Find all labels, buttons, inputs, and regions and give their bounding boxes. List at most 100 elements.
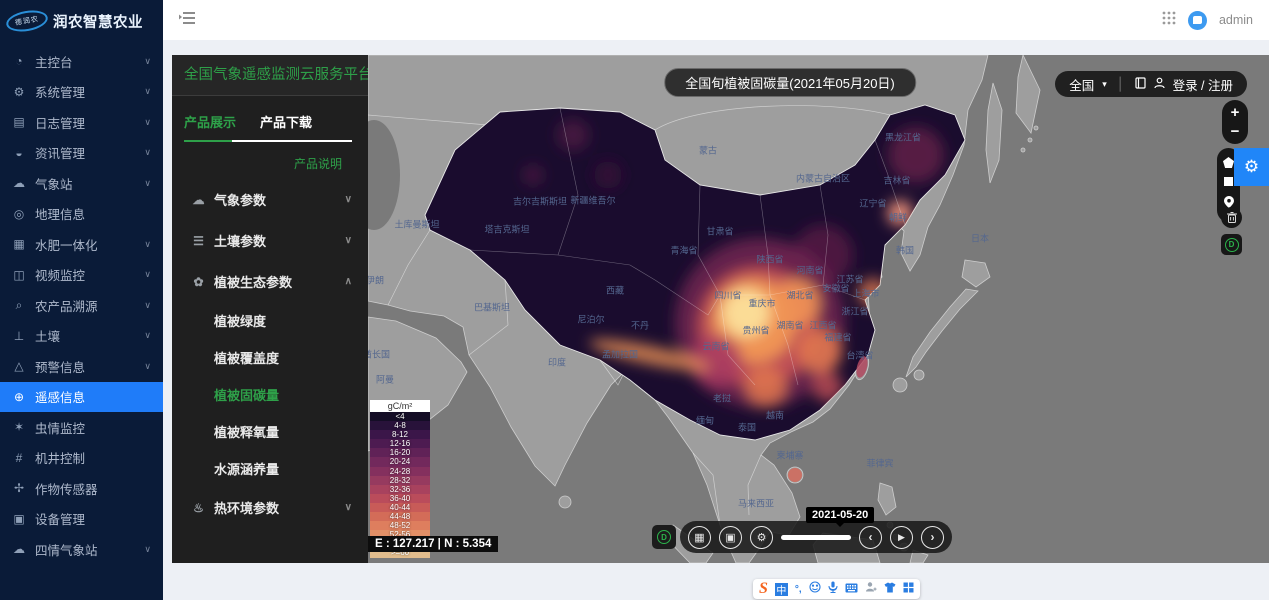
- chevron-down-icon: ∨: [144, 544, 151, 555]
- region-label[interactable]: 全国: [1069, 75, 1094, 94]
- geoq-icon: D: [1225, 238, 1239, 252]
- legend-entry: 8-12: [370, 430, 430, 439]
- sidebar-item-remote-sensing[interactable]: ⊕遥感信息: [0, 382, 163, 413]
- save-icon[interactable]: ▣: [719, 526, 742, 549]
- collapse-menu-icon[interactable]: [179, 11, 195, 30]
- polygon-tool-icon[interactable]: [1223, 157, 1234, 168]
- tree-node[interactable]: ♨热环境参数∨: [172, 487, 368, 528]
- sidebar-item-logs[interactable]: ▤日志管理∨: [0, 107, 163, 138]
- sidebar-item-well[interactable]: #机井控制: [0, 443, 163, 474]
- apps-grid-icon[interactable]: [1162, 11, 1176, 30]
- avatar[interactable]: [1188, 11, 1207, 30]
- sidebar-item-label: 地理信息: [35, 204, 85, 223]
- sidebar-item-soil[interactable]: ⊥土壤∨: [0, 321, 163, 352]
- legend-entry: 36-40: [370, 494, 430, 503]
- rectangle-tool-icon[interactable]: [1224, 177, 1233, 186]
- grid-icon: ▦: [12, 237, 26, 251]
- timeline-logo[interactable]: D: [652, 525, 676, 549]
- tab-product-display[interactable]: 产品展示: [184, 112, 236, 131]
- sidebar-item-insect[interactable]: ✶ 虫情监控: [0, 412, 163, 443]
- product-description-link[interactable]: 产品说明: [294, 157, 342, 171]
- heat-icon: ♨: [192, 501, 205, 515]
- brand-title: 润农智慧农业: [53, 11, 143, 32]
- cloud-icon: ☁: [12, 542, 26, 556]
- geoq-icon: D: [657, 530, 671, 544]
- legend-entry: 44-48: [370, 512, 430, 521]
- sidebar-item-warning[interactable]: △预警信息∨: [0, 351, 163, 382]
- lang-mode-icon[interactable]: 中: [775, 583, 788, 596]
- sogou-logo-icon[interactable]: S: [759, 580, 768, 598]
- chevron-down-icon: ∨: [144, 56, 151, 67]
- message-icon: ◒: [12, 146, 26, 160]
- prev-button[interactable]: ‹: [859, 526, 882, 549]
- sidebar-item-label: 虫情监控: [35, 418, 85, 437]
- chevron-down-icon: ∨: [144, 117, 151, 128]
- sidebar-item-crop-sensor[interactable]: ✢作物传感器: [0, 473, 163, 504]
- username[interactable]: admin: [1219, 13, 1253, 27]
- play-button[interactable]: ▶: [890, 526, 913, 549]
- region-selector[interactable]: 全国 ▾ │ 登录 / 注册: [1055, 71, 1247, 97]
- settings-icon[interactable]: ⚙: [750, 526, 773, 549]
- emoji-icon[interactable]: [809, 580, 821, 598]
- sidebar-item-label: 视频监控: [35, 265, 85, 284]
- chevron-down-icon: ∨: [144, 147, 151, 158]
- tree-leaf[interactable]: 水源涵养量: [172, 450, 368, 487]
- tree-leaf[interactable]: 植被释氧量: [172, 413, 368, 450]
- map-attribution-logo[interactable]: D: [1221, 234, 1242, 255]
- sidebar-item-device[interactable]: ▣设备管理: [0, 504, 163, 535]
- user-icon: [1154, 77, 1165, 92]
- microphone-icon[interactable]: [828, 580, 838, 598]
- sidebar-item-dashboard[interactable]: ◔主控台∨: [0, 46, 163, 77]
- sidebar-item-label: 日志管理: [35, 113, 85, 132]
- tree-leaf[interactable]: 植被覆盖度: [172, 339, 368, 376]
- login-register-link[interactable]: 登录 / 注册: [1173, 75, 1233, 94]
- tab-product-download[interactable]: 产品下载: [260, 112, 312, 131]
- sidebar-item-geo-info[interactable]: ◎地理信息: [0, 199, 163, 230]
- tree-node[interactable]: ☰土壤参数∨: [172, 220, 368, 261]
- sidebar-item-news[interactable]: ◒资讯管理∨: [0, 138, 163, 169]
- legend-unit: gC/m²: [370, 400, 430, 412]
- tree-leaf[interactable]: 植被固碳量: [172, 376, 368, 413]
- sidebar-item-label: 水肥一体化: [35, 235, 98, 254]
- sidebar-item-video[interactable]: ◫视频监控∨: [0, 260, 163, 291]
- divider: │: [1115, 77, 1127, 91]
- calendar-icon[interactable]: ▦: [688, 526, 711, 549]
- warning-icon: △: [12, 359, 26, 373]
- gear-icon: ⚙: [1244, 157, 1259, 177]
- product-panel: 全国气象遥感监测云服务平台 产品展示 产品下载 产品说明 ☁气象参数∨☰土壤参数…: [172, 55, 368, 563]
- toolbox-person-icon[interactable]: [865, 580, 877, 598]
- zoom-in-button[interactable]: +: [1222, 103, 1248, 122]
- map-title: 全国旬植被固碳量(2021年05月20日): [664, 68, 916, 97]
- sidebar-item-label: 系统管理: [35, 82, 85, 101]
- ime-menu-grid-icon[interactable]: [903, 580, 914, 598]
- settings-flyout-button[interactable]: ⚙: [1234, 148, 1269, 186]
- time-slider[interactable]: [781, 535, 851, 540]
- bug-icon: ✶: [12, 420, 26, 434]
- tree-node-label: 气象参数: [214, 190, 266, 209]
- punctuation-icon[interactable]: °,: [795, 584, 802, 595]
- tree-leaf[interactable]: 植被绿度: [172, 302, 368, 339]
- timeline-bar: ▦ ▣ ⚙ ‹ ▶ ›: [680, 521, 952, 553]
- skin-shirt-icon[interactable]: [884, 580, 896, 598]
- sidebar-item-water-fert[interactable]: ▦ 水肥一体化 ∨: [0, 229, 163, 260]
- legend-entry: 28-32: [370, 476, 430, 485]
- chevron-down-icon: ∨: [144, 239, 151, 250]
- tree-node[interactable]: ☁气象参数∨: [172, 179, 368, 220]
- next-button[interactable]: ›: [921, 526, 944, 549]
- layers-icon: ☰: [192, 234, 205, 248]
- guide-book-icon[interactable]: [1135, 77, 1146, 92]
- keyboard-icon[interactable]: [845, 580, 858, 598]
- ime-toolbar: S 中 °,: [753, 579, 920, 599]
- sidebar-item-weather-station[interactable]: ☁气象站∨: [0, 168, 163, 199]
- tree-node[interactable]: ✿植被生态参数∧: [172, 261, 368, 302]
- sidebar-item-label: 四情气象站: [35, 540, 98, 559]
- map-area[interactable]: 蒙古内蒙古自治区新疆维吾尔甘肃省青海省西藏陕西省河南省江苏省安徽省上海市湖北省四…: [368, 55, 1269, 563]
- sidebar-item-trace[interactable]: ⌕农产品溯源∨: [0, 290, 163, 321]
- clear-button[interactable]: [1221, 207, 1242, 228]
- zoom-out-button[interactable]: −: [1222, 122, 1248, 141]
- sidebar-item-label: 农产品溯源: [35, 296, 98, 315]
- sidebar-item-label: 作物传感器: [35, 479, 98, 498]
- sidebar-item-system[interactable]: ⚙系统管理∨: [0, 77, 163, 108]
- map-svg[interactable]: [368, 55, 1269, 563]
- sidebar-item-four-station[interactable]: ☁ 四情气象站 ∨: [0, 534, 163, 565]
